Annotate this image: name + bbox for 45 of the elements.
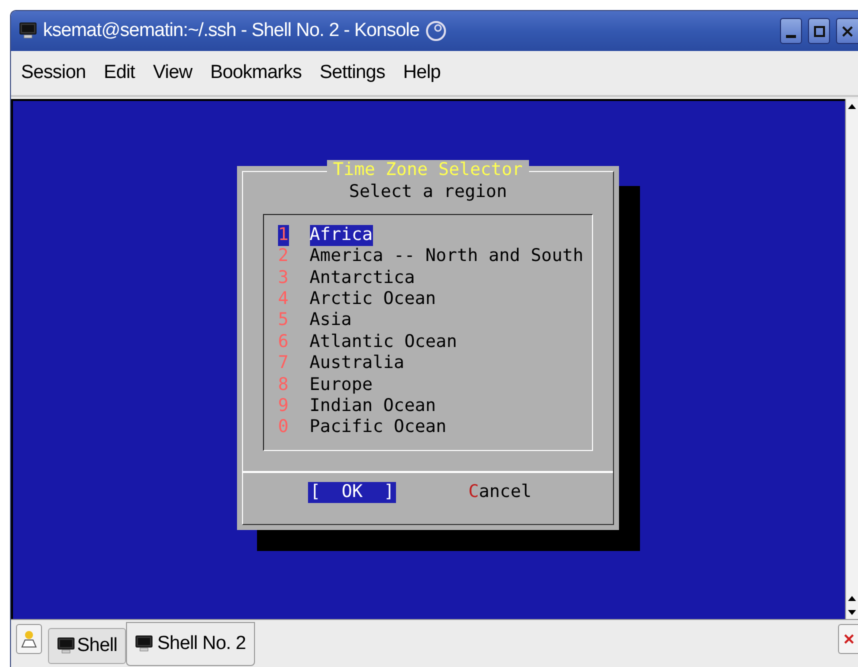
maximize-icon [814, 26, 824, 36]
session-tab[interactable]: Shell No. 2 [126, 622, 255, 666]
hotkey-number: 1 [278, 224, 288, 246]
hotkey-number: 4 [278, 289, 288, 310]
close-icon [844, 634, 854, 644]
menu-item[interactable]: Session [21, 58, 86, 88]
menu-item[interactable]: View [152, 58, 192, 88]
region-option[interactable]: Europe [310, 374, 373, 396]
maximize-button[interactable] [808, 18, 830, 44]
hotkey-number: 7 [278, 353, 288, 375]
region-option[interactable]: Asia [310, 310, 352, 332]
region-option[interactable]: America -- North and South [310, 246, 584, 268]
minimize-button[interactable] [780, 18, 802, 44]
terminal-icon [57, 637, 75, 655]
dialog-button[interactable]: [ OK ] [308, 482, 396, 504]
hotkey-number: 6 [278, 332, 288, 354]
terminal-icon [19, 22, 37, 40]
region-option[interactable]: Australia [310, 353, 404, 375]
dialog-prompt: Select a region [348, 182, 508, 204]
minimize-icon [786, 35, 796, 38]
close-session-button[interactable] [838, 624, 858, 654]
hotkey-number: 9 [278, 396, 288, 418]
menu-item[interactable]: Help [403, 58, 441, 88]
region-option[interactable]: Pacific Ocean [310, 417, 446, 439]
region-option[interactable]: Arctic Ocean [310, 289, 436, 310]
hotkey-number: 3 [278, 268, 288, 290]
scrollbar[interactable] [845, 99, 858, 619]
hotkey-number: 8 [278, 374, 288, 396]
region-option[interactable]: Antarctica [310, 268, 415, 290]
swirl-icon [425, 20, 448, 42]
hotkey-number: 0 [278, 417, 288, 439]
region-option[interactable]: Indian Ocean [310, 396, 436, 418]
terminal-icon [135, 635, 154, 653]
close-button[interactable] [836, 18, 858, 44]
region-option[interactable]: Atlantic Ocean [310, 332, 458, 354]
menu-item[interactable]: Bookmarks [210, 58, 302, 88]
close-icon [842, 26, 853, 36]
session-tab[interactable]: Shell [48, 628, 126, 664]
dialog-button[interactable]: Cancel [468, 482, 532, 504]
hotkey-number: 2 [278, 246, 288, 268]
window-title: ksemat@sematin:~/.ssh - Shell No. 2 - Konsole [43, 18, 420, 43]
menu-item[interactable]: Settings [320, 58, 386, 88]
new-session-button[interactable] [16, 624, 42, 654]
hotkey-number: 5 [278, 310, 288, 332]
menu-item[interactable]: Edit [104, 58, 135, 88]
